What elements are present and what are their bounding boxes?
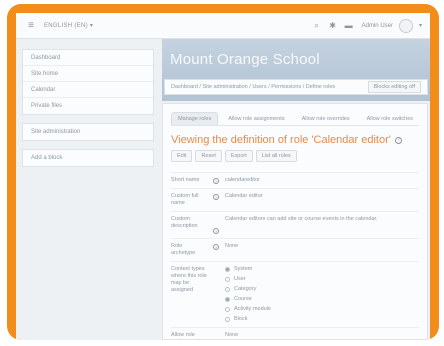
context-option-label: Block <box>234 316 248 322</box>
role-actions: Edit Reset Export List all roles <box>171 150 419 162</box>
page-title: Viewing the definition of role 'Calendar… <box>171 134 419 146</box>
archetype-value: None <box>225 243 239 249</box>
export-button[interactable]: Export <box>224 150 253 162</box>
context-option[interactable]: System <box>225 266 419 273</box>
table-row: Custom description ? Calendar editors ca… <box>171 211 419 238</box>
avatar[interactable] <box>398 18 413 33</box>
context-option[interactable]: Block <box>225 316 419 323</box>
sidebar-item-site-home[interactable]: Site home <box>23 66 153 82</box>
sidebar-nav-block: Dashboard Site home Calendar Private fil… <box>22 49 154 115</box>
chevron-down-icon[interactable]: ▾ <box>419 22 422 29</box>
full-name-label: Custom full name <box>171 193 199 206</box>
list-all-roles-button[interactable]: List all roles <box>255 150 297 162</box>
help-icon[interactable]: ? <box>213 244 219 250</box>
user-name[interactable]: Admin User <box>362 23 393 29</box>
edit-button[interactable]: Edit <box>171 150 193 162</box>
checkbox-icon[interactable] <box>225 287 230 292</box>
breadcrumb-bar: Dashboard / Site administration / Users … <box>164 79 428 95</box>
context-option[interactable]: Activity module <box>225 306 419 313</box>
context-types-list: System User Category Course Activity mod… <box>225 266 419 323</box>
table-row: Custom full name ? Calendar editor <box>171 188 419 211</box>
help-icon[interactable]: ? <box>213 228 219 234</box>
blocks-editing-button[interactable]: Blocks editing off <box>367 81 421 93</box>
search-icon[interactable]: ⌕ <box>312 21 322 31</box>
language-menu[interactable]: ENGLISH (EN) ▾ <box>44 22 93 29</box>
checkbox-checked-icon[interactable] <box>225 297 230 302</box>
help-icon[interactable]: ? <box>213 194 219 200</box>
top-navbar: ≡ ENGLISH (EN) ▾ ⌕ ✱ ▬ Admin User ▾ <box>16 13 430 39</box>
table-row: Allow role assignments None <box>171 327 419 340</box>
sidebar-item-dashboard[interactable]: Dashboard <box>23 50 153 66</box>
sidebar-add-block: Add a block <box>22 149 154 167</box>
context-option-label: Activity module <box>234 306 271 312</box>
settings-icon[interactable]: ✱ <box>328 21 338 30</box>
table-row: Context types where this role may be ass… <box>171 261 419 327</box>
checkbox-icon[interactable] <box>225 277 230 282</box>
context-option[interactable]: User <box>225 276 419 283</box>
page-header: Mount Orange School Dashboard / Site adm… <box>162 39 430 101</box>
short-name-value: calendareditor <box>225 177 260 183</box>
sidebar-item-private-files[interactable]: Private files <box>23 98 153 114</box>
archetype-label: Role archetype <box>171 243 196 256</box>
role-definition-table: Short name ? calendareditor Custom full … <box>171 172 419 340</box>
full-name-value: Calendar editor <box>225 193 263 199</box>
tab-allow-role-assignments[interactable]: Allow role assignments <box>221 112 291 125</box>
breadcrumb[interactable]: Dashboard / Site administration / Users … <box>171 84 368 90</box>
allow-assignments-label: Allow role assignments <box>171 332 202 340</box>
sidebar-item-calendar[interactable]: Calendar <box>23 82 153 98</box>
context-option[interactable]: Course <box>225 296 419 303</box>
context-option-label: Course <box>234 296 252 302</box>
role-tabs: Manage roles Allow role assignments Allo… <box>171 112 419 126</box>
help-icon[interactable]: ? <box>213 178 219 184</box>
sidebar-item-site-administration[interactable]: Site administration <box>23 124 153 140</box>
help-icon[interactable]: ? <box>394 136 402 144</box>
sidebar-admin-block: Site administration <box>22 123 154 141</box>
context-option-label: Category <box>234 286 257 292</box>
description-label: Custom description <box>171 216 198 229</box>
message-icon[interactable]: ▬ <box>344 21 354 30</box>
context-option-label: System <box>234 266 253 272</box>
table-row: Short name ? calendareditor <box>171 172 419 188</box>
table-row: Role archetype ? None <box>171 238 419 261</box>
context-types-label: Context types where this role may be ass… <box>171 266 207 293</box>
main-content: Manage roles Allow role assignments Allo… <box>162 103 428 340</box>
checkbox-icon[interactable] <box>225 317 230 322</box>
reset-button[interactable]: Reset <box>195 150 222 162</box>
tab-manage-roles[interactable]: Manage roles <box>171 112 219 125</box>
tab-allow-role-switches[interactable]: Allow role switches <box>360 112 420 125</box>
short-name-label: Short name <box>171 177 200 183</box>
allow-assignments-value: None <box>225 332 239 338</box>
checkbox-icon[interactable] <box>225 307 230 312</box>
checkbox-checked-icon[interactable] <box>225 267 230 272</box>
context-option-label: User <box>234 276 246 282</box>
sidebar: Dashboard Site home Calendar Private fil… <box>22 49 154 175</box>
orange-frame: ≡ ENGLISH (EN) ▾ ⌕ ✱ ▬ Admin User ▾ Dash… <box>7 4 439 340</box>
page-title-text: Viewing the definition of role 'Calendar… <box>171 134 391 146</box>
tab-allow-role-overrides[interactable]: Allow role overrides <box>295 112 357 125</box>
hamburger-icon[interactable]: ≡ <box>24 19 38 33</box>
site-title[interactable]: Mount Orange School <box>170 51 320 68</box>
context-option[interactable]: Category <box>225 286 419 293</box>
browser-screen: ≡ ENGLISH (EN) ▾ ⌕ ✱ ▬ Admin User ▾ Dash… <box>16 13 430 340</box>
add-block-link[interactable]: Add a block <box>23 150 153 166</box>
description-value: Calendar editors can add site or course … <box>225 216 378 222</box>
